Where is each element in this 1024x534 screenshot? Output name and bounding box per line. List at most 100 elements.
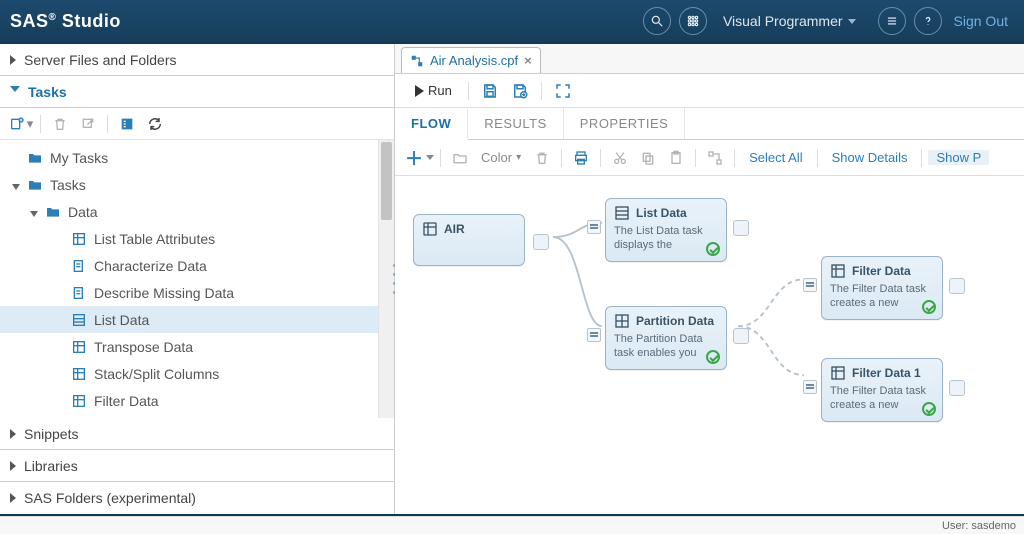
save-as-icon[interactable] bbox=[507, 79, 533, 103]
tree-item[interactable]: Stack/Split Columns bbox=[0, 360, 394, 387]
delete-node-icon bbox=[529, 146, 555, 170]
add-node-button[interactable]: ＋ bbox=[405, 145, 434, 171]
node-title: Partition Data bbox=[636, 314, 714, 328]
search-icon[interactable] bbox=[643, 7, 671, 35]
print-icon[interactable] bbox=[568, 146, 594, 170]
status-ok-icon bbox=[706, 350, 720, 364]
sign-out-link[interactable]: Sign Out bbox=[954, 13, 1008, 29]
logo-text-b: Studio bbox=[56, 11, 121, 31]
tree-item[interactable]: Describe Missing Data bbox=[0, 279, 394, 306]
caret-right-icon bbox=[10, 493, 16, 503]
section-label: Snippets bbox=[24, 426, 78, 442]
apps-icon[interactable] bbox=[679, 7, 707, 35]
status-user-label: User: bbox=[942, 520, 968, 532]
folder-icon bbox=[26, 177, 44, 193]
save-icon[interactable] bbox=[477, 79, 503, 103]
tree-item[interactable]: Transpose Data bbox=[0, 333, 394, 360]
logo-text-a: SAS bbox=[10, 11, 49, 31]
fullscreen-icon[interactable] bbox=[550, 79, 576, 103]
output-port[interactable] bbox=[733, 328, 749, 344]
cut-icon bbox=[607, 146, 633, 170]
section-libraries[interactable]: Libraries bbox=[0, 450, 394, 482]
output-port[interactable] bbox=[533, 234, 549, 250]
side-panel: Server Files and Folders Tasks ▾ My Task… bbox=[0, 44, 395, 514]
node-filter-data-1[interactable]: Filter Data 1 The Filter Data task creat… bbox=[821, 358, 943, 422]
node-list-data[interactable]: List Data The List Data task displays th… bbox=[605, 198, 727, 262]
folder-icon bbox=[44, 204, 62, 220]
section-tasks[interactable]: Tasks bbox=[0, 76, 394, 108]
help-icon[interactable] bbox=[914, 7, 942, 35]
task-icon bbox=[70, 258, 88, 274]
task-icon bbox=[70, 366, 88, 382]
input-port[interactable] bbox=[803, 278, 817, 292]
chevron-down-icon bbox=[426, 155, 434, 160]
tree-item-selected[interactable]: List Data bbox=[0, 306, 394, 333]
tab-flow[interactable]: FLOW bbox=[395, 109, 468, 140]
node-title: Filter Data 1 bbox=[852, 366, 921, 380]
caret-right-icon bbox=[10, 461, 16, 471]
app-header: SAS® Studio Visual Programmer Sign Out bbox=[0, 0, 1024, 42]
role-dropdown[interactable]: Visual Programmer bbox=[723, 13, 856, 29]
tree-label: Filter Data bbox=[94, 393, 159, 409]
refresh-icon[interactable] bbox=[142, 112, 168, 136]
role-label: Visual Programmer bbox=[723, 13, 843, 29]
section-server-files[interactable]: Server Files and Folders bbox=[0, 44, 394, 76]
tree-label: Data bbox=[68, 204, 98, 220]
new-task-icon[interactable]: ▾ bbox=[8, 112, 34, 136]
section-label: Server Files and Folders bbox=[24, 52, 177, 68]
section-label: Tasks bbox=[28, 84, 67, 100]
select-all-button[interactable]: Select All bbox=[741, 150, 810, 165]
tree-label: List Data bbox=[94, 312, 149, 328]
properties-icon[interactable] bbox=[114, 112, 140, 136]
tree-label: Characterize Data bbox=[94, 258, 207, 274]
play-icon bbox=[415, 85, 424, 97]
section-label: SAS Folders (experimental) bbox=[24, 490, 196, 506]
flow-canvas[interactable]: AIR List Data The List Data task display… bbox=[395, 176, 1024, 514]
run-toolbar: Run bbox=[395, 74, 1024, 108]
tree-my-tasks[interactable]: My Tasks bbox=[0, 144, 394, 171]
run-button[interactable]: Run bbox=[407, 81, 460, 100]
tab-label: Air Analysis.cpf bbox=[430, 53, 518, 68]
task-tree: My Tasks Tasks Data List Table Attribute… bbox=[0, 140, 394, 418]
output-port[interactable] bbox=[949, 278, 965, 294]
node-partition-data[interactable]: Partition Data The Partition Data task e… bbox=[605, 306, 727, 370]
tree-data[interactable]: Data bbox=[0, 198, 394, 225]
tab-properties[interactable]: PROPERTIES bbox=[564, 108, 686, 139]
caret-right-icon bbox=[10, 429, 16, 439]
folder-icon bbox=[26, 150, 44, 166]
tree-item[interactable]: Characterize Data bbox=[0, 252, 394, 279]
show-ports-button[interactable]: Show P bbox=[928, 150, 989, 165]
input-port[interactable] bbox=[587, 328, 601, 342]
node-desc: The Partition Data task enables you bbox=[614, 333, 718, 361]
arrange-icon bbox=[702, 146, 728, 170]
file-tab[interactable]: Air Analysis.cpf × bbox=[401, 47, 541, 73]
tree-item[interactable]: Filter Data bbox=[0, 387, 394, 414]
output-port[interactable] bbox=[949, 380, 965, 396]
tree-label: My Tasks bbox=[50, 150, 108, 166]
input-port[interactable] bbox=[587, 220, 601, 234]
status-ok-icon bbox=[922, 300, 936, 314]
flow-toolbar: ＋ Color▾ Select All Show Details Show P bbox=[395, 140, 1024, 176]
task-icon bbox=[70, 339, 88, 355]
node-filter-data[interactable]: Filter Data The Filter Data task creates… bbox=[821, 256, 943, 320]
input-port[interactable] bbox=[803, 380, 817, 394]
menu-icon[interactable] bbox=[878, 7, 906, 35]
tree-label: List Table Attributes bbox=[94, 231, 215, 247]
status-bar: User: sasdemo bbox=[0, 516, 1024, 534]
copy-icon bbox=[635, 146, 661, 170]
tab-results[interactable]: RESULTS bbox=[468, 108, 564, 139]
close-tab-icon[interactable]: × bbox=[524, 53, 532, 68]
tree-label: Describe Missing Data bbox=[94, 285, 234, 301]
section-snippets[interactable]: Snippets bbox=[0, 418, 394, 450]
tree-tasks[interactable]: Tasks bbox=[0, 171, 394, 198]
delete-icon bbox=[47, 112, 73, 136]
node-title: List Data bbox=[636, 206, 687, 220]
view-tabs: FLOW RESULTS PROPERTIES bbox=[395, 108, 1024, 140]
task-icon bbox=[70, 231, 88, 247]
tree-item[interactable]: List Table Attributes bbox=[0, 225, 394, 252]
output-port[interactable] bbox=[733, 220, 749, 236]
node-air[interactable]: AIR bbox=[413, 214, 525, 266]
task-icon bbox=[70, 312, 88, 328]
section-sas-folders[interactable]: SAS Folders (experimental) bbox=[0, 482, 394, 514]
show-details-button[interactable]: Show Details bbox=[824, 150, 916, 165]
